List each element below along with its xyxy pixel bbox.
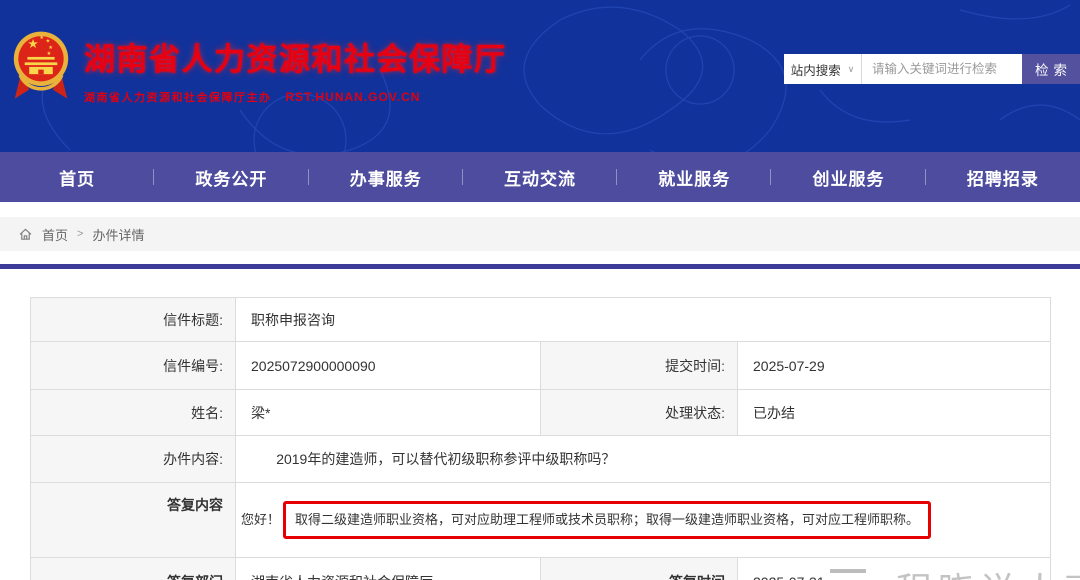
nav-item-interaction[interactable]: 互动交流 (463, 165, 617, 190)
applicant-name-value: 梁* (236, 390, 541, 436)
svg-text:★: ★ (46, 38, 51, 44)
home-icon (18, 227, 33, 242)
brand-block: ★ ★ ★ ★ ★ 湖南省人力资源和社会保障厅 湖南省人力资源和社会保障厅主办 R… (12, 24, 507, 108)
svg-text:★: ★ (46, 51, 51, 57)
breadcrumb: 首页 > 办件详情 (0, 217, 1080, 251)
chevron-down-icon: ∨ (848, 64, 855, 75)
search-scope-dropdown[interactable]: 站内搜索 ∨ (784, 54, 862, 84)
content-value: 2019年的建造师，可以替代初级职称参评中级职称吗？ (236, 436, 1051, 483)
site-subtitle: 湖南省人力资源和社会保障厅主办 RST.HUNAN.GOV.CN (84, 89, 507, 105)
reply-dept-value: 湖南省人力资源和社会保障厅 (236, 558, 541, 580)
applicant-name-label: 姓名: (31, 390, 236, 436)
svg-text:★: ★ (39, 35, 44, 41)
reply-content-cell: 您好！取得二级建造师职业资格，可对应助理工程师或技术员职称；取得一级建造师职业资… (236, 483, 1051, 558)
status-label: 处理状态: (541, 390, 738, 436)
submit-time-label: 提交时间: (541, 342, 738, 390)
reply-dept-label: 答复部门 (31, 558, 236, 580)
main-nav: 首页 政务公开 办事服务 互动交流 就业服务 创业服务 招聘招录 (0, 152, 1080, 202)
search-button[interactable]: 检索 (1022, 54, 1080, 84)
table-row-reply: 答复内容 您好！取得二级建造师职业资格，可对应助理工程师或技术员职称；取得一级建… (31, 483, 1051, 558)
status-value: 已办结 (738, 390, 1051, 436)
reply-time-label: 答复时间 (541, 558, 738, 580)
table-row-content: 办件内容: 2019年的建造师，可以替代初级职称参评中级职称吗？ (31, 436, 1051, 483)
site-header: ★ ★ ★ ★ ★ 湖南省人力资源和社会保障厅 湖南省人力资源和社会保障厅主办 R… (0, 0, 1080, 152)
search-scope-label: 站内搜索 (791, 60, 841, 79)
letter-detail-table: 信件标题: 职称申报咨询 信件编号: 2025072900000090 提交时间… (30, 297, 1051, 580)
letter-number-value: 2025072900000090 (236, 342, 541, 390)
site-search: 站内搜索 ∨ 检索 (784, 54, 1080, 84)
breadcrumb-separator: > (77, 228, 83, 240)
site-subtitle-text: 湖南省人力资源和社会保障厅主办 (84, 92, 272, 104)
national-emblem-logo: ★ ★ ★ ★ ★ (12, 24, 70, 108)
nav-item-gov-info[interactable]: 政务公开 (154, 165, 308, 190)
nav-item-employment[interactable]: 就业服务 (617, 165, 771, 190)
table-row-title: 信件标题: 职称申报咨询 (31, 298, 1051, 342)
nav-item-startup[interactable]: 创业服务 (771, 165, 925, 190)
watermark-stroke-fragment (830, 569, 866, 573)
site-title: 湖南省人力资源和社会保障厅 (84, 34, 507, 79)
letter-detail-card: 信件标题: 职称申报咨询 信件编号: 2025072900000090 提交时间… (0, 269, 1080, 580)
svg-text:★: ★ (48, 45, 53, 51)
letter-number-label: 信件编号: (31, 342, 236, 390)
search-input[interactable] (862, 54, 1022, 84)
table-row-number: 信件编号: 2025072900000090 提交时间: 2025-07-29 (31, 342, 1051, 390)
nav-item-home[interactable]: 首页 (0, 165, 154, 190)
reply-content-label: 答复内容 (31, 483, 236, 558)
nav-item-recruitment[interactable]: 招聘招录 (926, 165, 1080, 190)
letter-title-label: 信件标题: (31, 298, 236, 342)
svg-text:★: ★ (27, 37, 38, 51)
nav-item-services[interactable]: 办事服务 (309, 165, 463, 190)
reply-prefix: 您好！ (241, 512, 280, 527)
submit-time-value: 2025-07-29 (738, 342, 1051, 390)
letter-title-value: 职称申报咨询 (236, 298, 1051, 342)
breadcrumb-current: 办件详情 (92, 225, 144, 244)
table-row-name: 姓名: 梁* 处理状态: 已办结 (31, 390, 1051, 436)
watermark-partial-text: 程晓说人事 (896, 562, 1080, 580)
breadcrumb-home-link[interactable]: 首页 (42, 225, 68, 244)
reply-highlight-box: 取得二级建造师职业资格，可对应助理工程师或技术员职称；取得一级建造师职业资格，可… (283, 501, 931, 539)
content-label: 办件内容: (31, 436, 236, 483)
site-url: RST.HUNAN.GOV.CN (286, 90, 421, 104)
